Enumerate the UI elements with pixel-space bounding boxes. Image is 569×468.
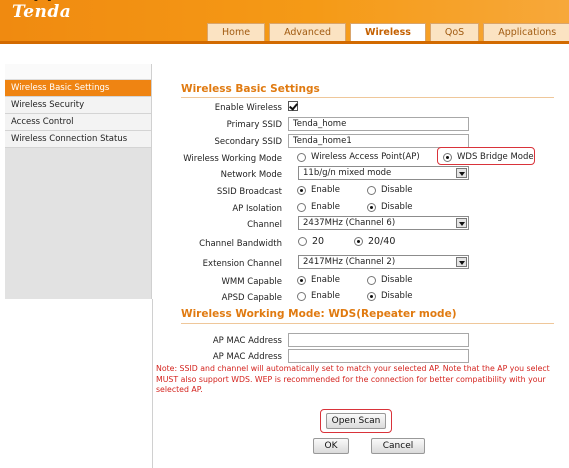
ap-isolation-enable-radio[interactable] [297, 202, 306, 212]
extension-channel-select[interactable]: 2417MHz (Channel 2) [298, 255, 469, 269]
ap-mac-1-label: AP MAC Address [212, 336, 282, 346]
ssid-broadcast-enable[interactable]: Enable [297, 185, 340, 195]
sidebar-item-wireless-security[interactable]: Wireless Security [5, 97, 151, 114]
working-mode-ap-option[interactable]: Wireless Access Point(AP) [297, 152, 420, 162]
channel-select[interactable]: 2437MHz (Channel 6) [298, 216, 469, 230]
ap-isolation-disable-radio[interactable] [367, 202, 376, 212]
ap-isolation-label: AP Isolation [232, 204, 282, 214]
bandwidth-20-40-radio[interactable] [354, 237, 363, 246]
network-mode-select[interactable]: 11b/g/n mixed mode [298, 166, 469, 180]
apsd-capable-label: APSD Capable [221, 293, 282, 303]
working-mode-ap-radio[interactable] [297, 152, 306, 162]
content-divider [152, 299, 153, 468]
sidebar-item-wireless-basic-settings[interactable]: Wireless Basic Settings [5, 80, 151, 97]
wds-section-title: Wireless Working Mode: WDS(Repeater mode… [181, 308, 457, 320]
tab-qos[interactable]: QoS [429, 23, 480, 41]
ssid-broadcast-disable-radio[interactable] [367, 185, 376, 195]
main-nav-tabs: Home Advanced Wireless QoS Applications [207, 23, 569, 43]
working-mode-wds-radio[interactable] [443, 152, 452, 162]
page-title: Wireless Basic Settings [181, 83, 320, 95]
wds-rule [181, 323, 554, 324]
primary-ssid-input[interactable]: Tenda_home [288, 117, 469, 131]
wmm-disable[interactable]: Disable [367, 275, 413, 285]
ok-button[interactable]: OK [313, 438, 349, 454]
wmm-capable-label: WMM Capable [221, 277, 282, 287]
sidebar-header [5, 64, 151, 80]
bandwidth-20[interactable]: 20 [298, 236, 324, 247]
channel-label: Channel [247, 220, 282, 230]
channel-bandwidth-label: Channel Bandwidth [199, 239, 282, 249]
ap-mac-2-input[interactable] [288, 349, 469, 363]
wmm-enable[interactable]: Enable [297, 275, 340, 285]
tab-applications[interactable]: Applications [483, 23, 569, 41]
working-mode-label: Wireless Working Mode [183, 154, 282, 164]
enable-wireless-label: Enable Wireless [214, 103, 282, 113]
ssid-broadcast-label: SSID Broadcast [216, 187, 282, 197]
tenda-logo: Tenda [12, 2, 72, 22]
apsd-enable[interactable]: Enable [297, 291, 340, 301]
primary-ssid-label: Primary SSID [226, 120, 282, 130]
tab-wireless[interactable]: Wireless [350, 23, 426, 43]
bandwidth-20-radio[interactable] [298, 237, 307, 246]
bandwidth-20-40[interactable]: 20/40 [354, 236, 395, 247]
tab-home[interactable]: Home [207, 23, 266, 41]
ap-mac-2-label: AP MAC Address [212, 352, 282, 362]
apsd-disable-radio[interactable] [367, 291, 376, 301]
sidebar: Wireless Basic Settings Wireless Securit… [5, 64, 152, 299]
sidebar-item-wireless-connection-status[interactable]: Wireless Connection Status [5, 131, 151, 148]
title-rule [181, 97, 554, 98]
secondary-ssid-label: Secondary SSID [214, 137, 282, 147]
sidebar-item-access-control[interactable]: Access Control [5, 114, 151, 131]
ap-isolation-disable[interactable]: Disable [367, 202, 413, 212]
secondary-ssid-input[interactable]: Tenda_home1 [288, 134, 469, 148]
ssid-broadcast-disable[interactable]: Disable [367, 185, 413, 195]
open-scan-button[interactable]: Open Scan [326, 413, 386, 429]
enable-wireless-checkbox[interactable] [288, 101, 298, 111]
top-banner: ( ) Tenda Home Advanced Wireless QoS App… [0, 0, 569, 44]
extension-channel-label: Extension Channel [202, 259, 282, 269]
cancel-button[interactable]: Cancel [371, 438, 425, 454]
apsd-disable[interactable]: Disable [367, 291, 413, 301]
wmm-enable-radio[interactable] [297, 275, 306, 285]
apsd-enable-radio[interactable] [297, 291, 306, 301]
chevron-down-icon [456, 218, 467, 228]
ap-mac-1-input[interactable] [288, 333, 469, 347]
wds-note: Note: SSID and channel will automaticall… [156, 364, 550, 394]
wmm-disable-radio[interactable] [367, 275, 376, 285]
chevron-down-icon [456, 257, 467, 267]
network-mode-label: Network Mode [220, 170, 282, 180]
ap-isolation-enable[interactable]: Enable [297, 202, 340, 212]
chevron-down-icon [456, 168, 467, 178]
ssid-broadcast-enable-radio[interactable] [297, 185, 306, 195]
working-mode-wds-option[interactable]: WDS Bridge Mode [443, 152, 534, 162]
tab-advanced[interactable]: Advanced [269, 23, 346, 41]
